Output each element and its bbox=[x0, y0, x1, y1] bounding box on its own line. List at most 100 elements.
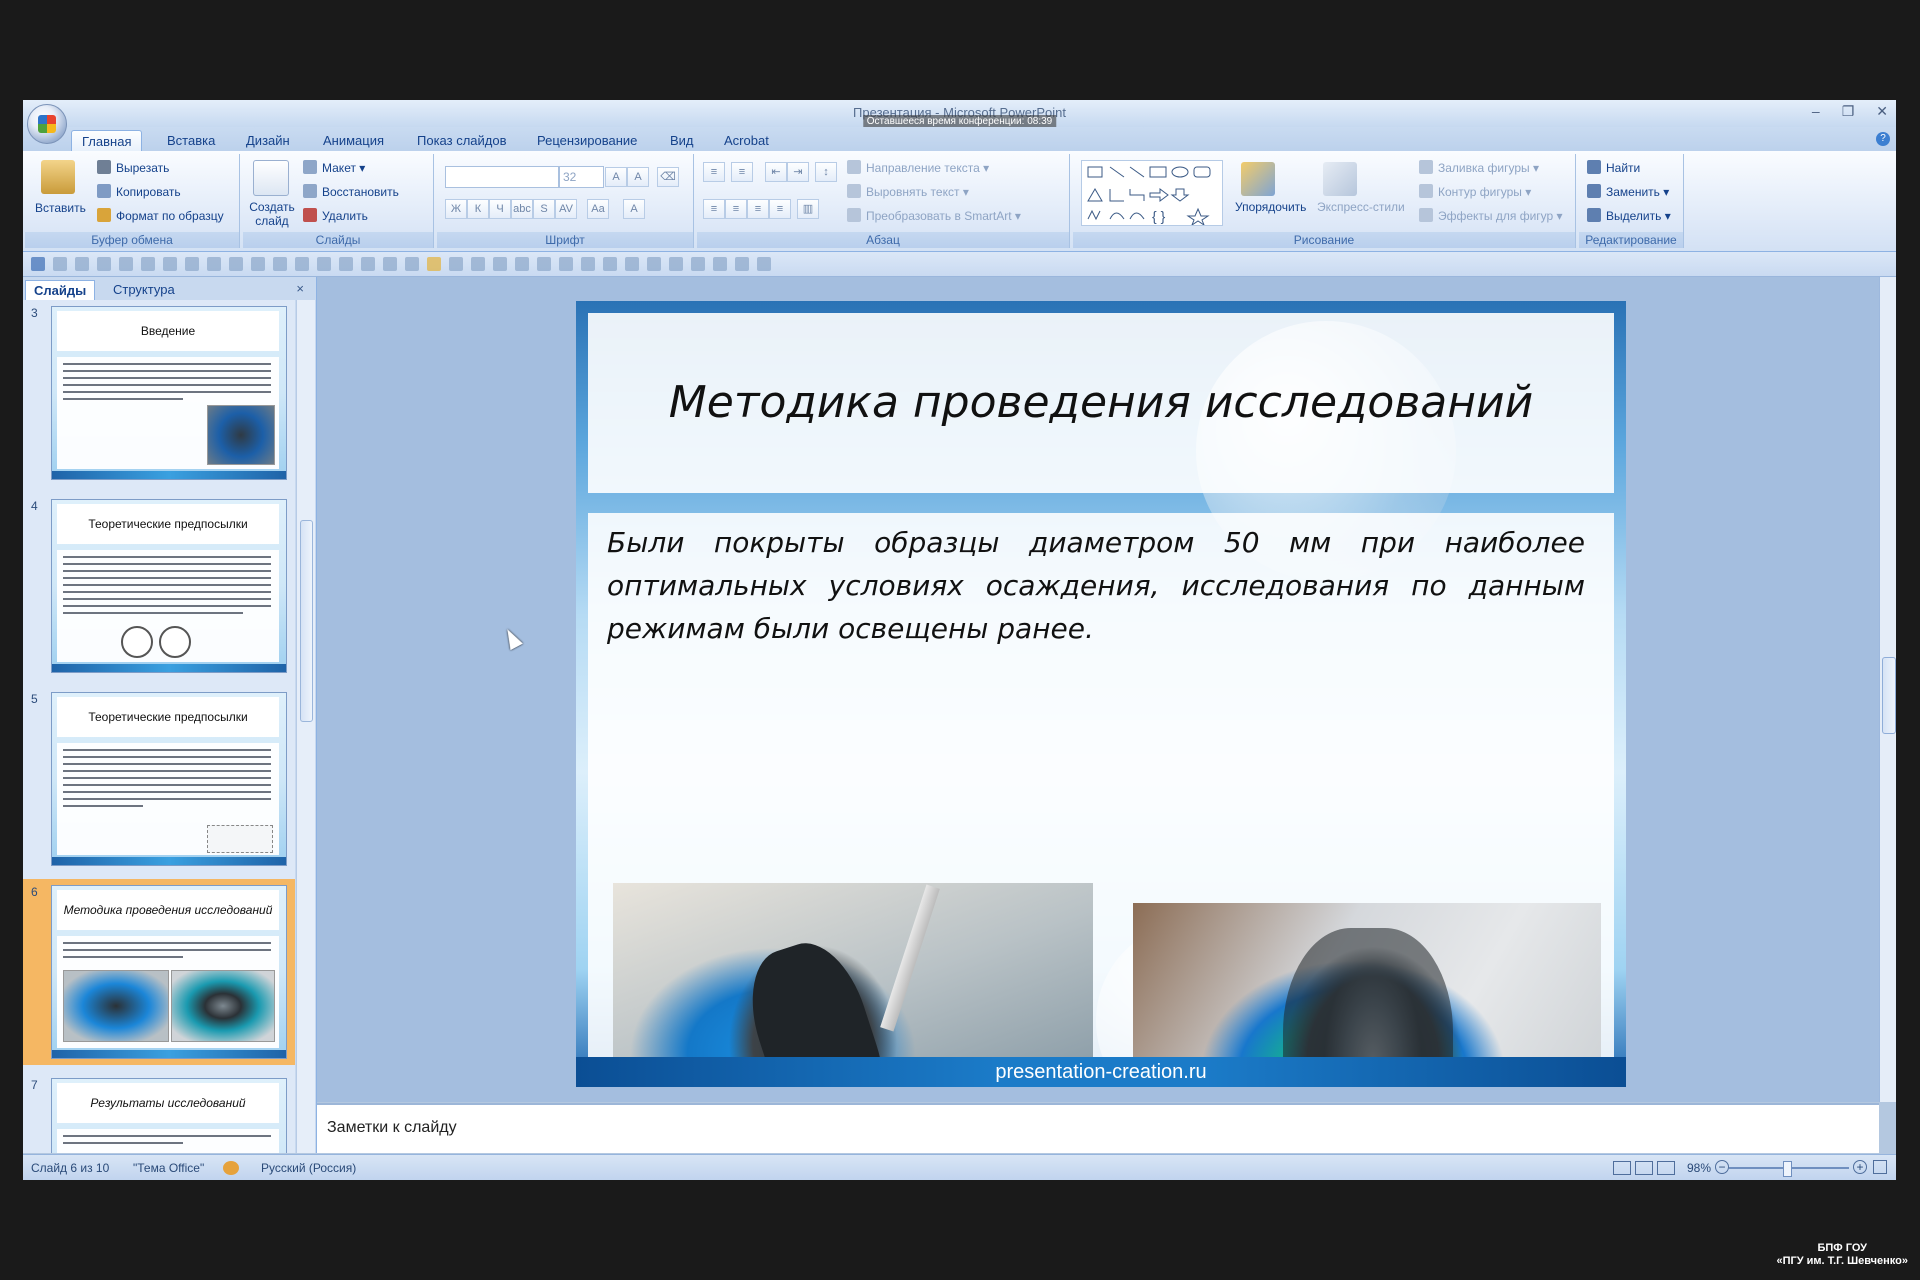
current-slide[interactable]: Методика проведения исследований Были по… bbox=[576, 301, 1626, 1087]
minimize-button[interactable]: – bbox=[1812, 103, 1820, 120]
fit-to-window-icon[interactable] bbox=[1873, 1160, 1887, 1174]
align-icon[interactable] bbox=[603, 257, 617, 271]
help-icon[interactable]: ? bbox=[1876, 132, 1890, 146]
picture-icon[interactable] bbox=[163, 257, 177, 271]
shrink-font-icon[interactable]: A bbox=[627, 167, 649, 187]
print-icon[interactable] bbox=[97, 257, 111, 271]
font-color-icon[interactable]: A bbox=[623, 199, 645, 219]
tab-slides-panel[interactable]: Слайды bbox=[25, 280, 96, 301]
slide-title-placeholder[interactable]: Методика проведения исследований bbox=[588, 313, 1614, 493]
zoom-out-icon[interactable]: − bbox=[1715, 1160, 1729, 1174]
thumbnail-slide-7[interactable]: 7 Результаты исследований bbox=[23, 1072, 295, 1153]
tab-acrobat[interactable]: Acrobat bbox=[720, 130, 773, 151]
align-center-icon[interactable]: ≡ bbox=[725, 199, 747, 219]
editor-scroll-thumb[interactable] bbox=[1882, 657, 1896, 734]
reset-button[interactable]: Восстановить bbox=[303, 184, 399, 199]
close-button[interactable]: ✕ bbox=[1876, 103, 1888, 120]
slide-body-placeholder[interactable]: Были покрыты образцы диаметром 50 мм при… bbox=[588, 513, 1614, 1087]
line-spacing-icon[interactable]: ↕ bbox=[815, 162, 837, 182]
format-painter-button[interactable]: Формат по образцу bbox=[97, 208, 224, 223]
crop-icon[interactable] bbox=[581, 257, 595, 271]
tab-review[interactable]: Рецензирование bbox=[533, 130, 641, 151]
editor-scrollbar[interactable] bbox=[1879, 277, 1896, 1102]
language-indicator[interactable]: Русский (Россия) bbox=[261, 1161, 356, 1175]
save-icon[interactable] bbox=[31, 257, 45, 271]
font-name-combo[interactable] bbox=[445, 166, 559, 188]
textbox-icon[interactable] bbox=[317, 257, 331, 271]
tab-slideshow[interactable]: Показ слайдов bbox=[413, 130, 511, 151]
bold-icon[interactable]: Ж bbox=[445, 199, 467, 219]
zoom-in-icon[interactable]: + bbox=[1853, 1160, 1867, 1174]
hyperlink-icon[interactable] bbox=[449, 257, 463, 271]
tab-animation[interactable]: Анимация bbox=[319, 130, 388, 151]
research-icon[interactable] bbox=[405, 257, 419, 271]
justify-icon[interactable]: ≡ bbox=[769, 199, 791, 219]
replace-button[interactable]: Заменить ▾ bbox=[1587, 184, 1669, 199]
smartart-button[interactable]: Преобразовать в SmartArt ▾ bbox=[847, 208, 1021, 223]
preview-icon[interactable] bbox=[119, 257, 133, 271]
sorter-view-icon[interactable] bbox=[1635, 1161, 1653, 1175]
close-panel-icon[interactable]: × bbox=[296, 281, 304, 296]
paste-special-icon[interactable] bbox=[295, 257, 309, 271]
thumbnail-slide-3[interactable]: 3 Введение bbox=[23, 300, 295, 486]
customize-qat-icon[interactable] bbox=[757, 257, 771, 271]
copy-slide-icon[interactable] bbox=[229, 257, 243, 271]
delete-slide-button[interactable]: Удалить bbox=[303, 208, 368, 223]
distribute-icon[interactable] bbox=[625, 257, 639, 271]
spell-check-status-icon[interactable] bbox=[223, 1161, 239, 1175]
table-icon[interactable] bbox=[185, 257, 199, 271]
paste-button[interactable]: Вставить bbox=[35, 201, 86, 215]
thumbnail-slide-5[interactable]: 5 Теоретические предпосылки bbox=[23, 686, 295, 872]
tab-outline-panel[interactable]: Структура bbox=[105, 280, 183, 300]
rotate-icon[interactable] bbox=[713, 257, 727, 271]
spacing-icon[interactable]: AV bbox=[555, 199, 577, 219]
slideshow-view-icon[interactable] bbox=[1657, 1161, 1675, 1175]
bring-front-icon[interactable] bbox=[515, 257, 529, 271]
thumbnail-slide-4[interactable]: 4 Теоретические предпосылки bbox=[23, 493, 295, 679]
change-case-icon[interactable]: Aa bbox=[587, 199, 609, 219]
normal-view-icon[interactable] bbox=[1613, 1161, 1631, 1175]
align-left-icon[interactable]: ≡ bbox=[703, 199, 725, 219]
zoom-icon[interactable] bbox=[559, 257, 573, 271]
tab-insert[interactable]: Вставка bbox=[163, 130, 219, 151]
strikethrough-icon[interactable]: abc bbox=[511, 199, 533, 219]
grid-icon[interactable] bbox=[251, 257, 265, 271]
increase-indent-icon[interactable]: ⇥ bbox=[787, 162, 809, 182]
format-icon[interactable] bbox=[361, 257, 375, 271]
dropdown-icon[interactable] bbox=[669, 257, 683, 271]
chart-icon[interactable] bbox=[207, 257, 221, 271]
shape-fill-button[interactable]: Заливка фигуры ▾ bbox=[1419, 160, 1539, 175]
group-icon[interactable] bbox=[471, 257, 485, 271]
new-slide-button[interactable]: Создать слайд bbox=[249, 200, 295, 228]
office-button[interactable] bbox=[27, 104, 67, 144]
restore-button[interactable]: ❐ bbox=[1842, 103, 1855, 120]
text-direction-button[interactable]: Направление текста ▾ bbox=[847, 160, 989, 175]
shape-effects-button[interactable]: Эффекты для фигур ▾ bbox=[1419, 208, 1563, 223]
layout-button[interactable]: Макет ▾ bbox=[303, 160, 365, 175]
shape-outline-button[interactable]: Контур фигуры ▾ bbox=[1419, 184, 1531, 199]
spell-check-icon[interactable] bbox=[383, 257, 397, 271]
tab-home[interactable]: Главная bbox=[71, 130, 143, 152]
cut-icon[interactable] bbox=[273, 257, 287, 271]
clear-format-icon[interactable]: ⌫ bbox=[657, 167, 679, 187]
redo-icon[interactable] bbox=[75, 257, 89, 271]
arrange-button[interactable]: Упорядочить bbox=[1235, 200, 1306, 214]
undo-icon[interactable] bbox=[53, 257, 67, 271]
thumbnail-slide-6[interactable]: 6 Методика проведения исследований bbox=[23, 879, 295, 1065]
underline-icon[interactable]: Ч bbox=[489, 199, 511, 219]
select-button[interactable]: Выделить ▾ bbox=[1587, 208, 1671, 223]
slideshow-icon[interactable] bbox=[735, 257, 749, 271]
copy-button[interactable]: Копировать bbox=[97, 184, 181, 199]
send-back-icon[interactable] bbox=[537, 257, 551, 271]
shapes-gallery[interactable]: { } bbox=[1081, 160, 1223, 227]
grow-font-icon[interactable]: A bbox=[605, 167, 627, 187]
notes-pane[interactable]: Заметки к слайду bbox=[317, 1103, 1879, 1153]
macro-icon[interactable] bbox=[691, 257, 705, 271]
italic-icon[interactable]: К bbox=[467, 199, 489, 219]
decrease-indent-icon[interactable]: ⇤ bbox=[765, 162, 787, 182]
email-icon[interactable] bbox=[141, 257, 155, 271]
zoom-level[interactable]: 98% bbox=[1687, 1161, 1711, 1175]
open-folder-icon[interactable] bbox=[427, 257, 441, 271]
quick-styles-button[interactable]: Экспресс-стили bbox=[1317, 200, 1405, 214]
zoom-slider-handle[interactable] bbox=[1783, 1161, 1792, 1177]
